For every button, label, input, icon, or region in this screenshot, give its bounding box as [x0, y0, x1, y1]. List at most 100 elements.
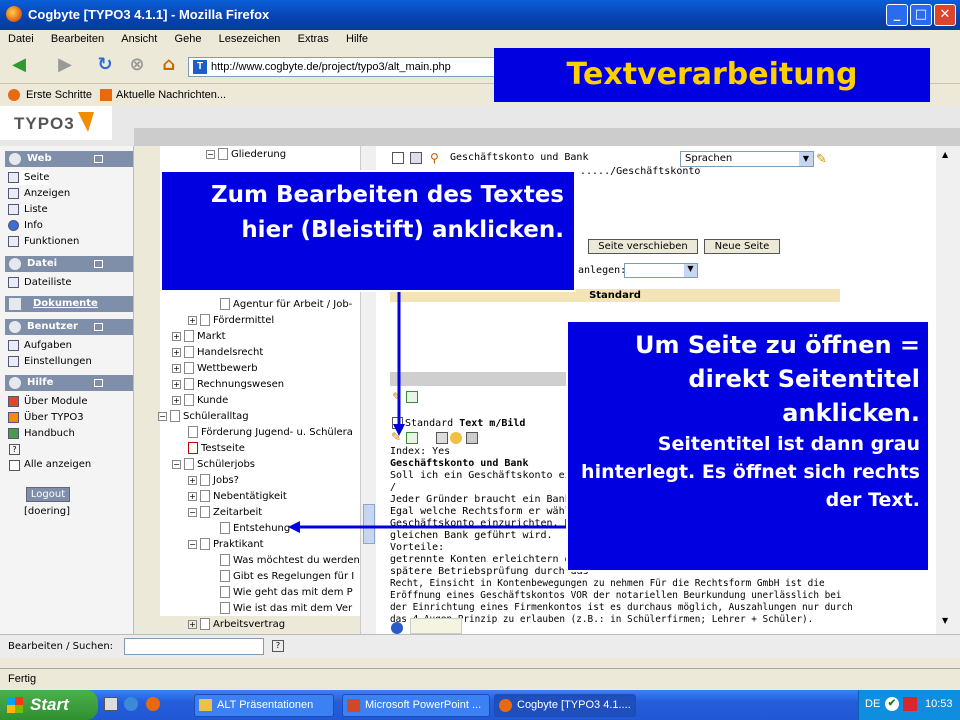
menu-datei[interactable]: Datei [8, 33, 34, 45]
bookmark-erste-schritte[interactable]: Erste Schritte [26, 89, 92, 101]
move-down-icon[interactable] [436, 432, 448, 444]
collapse-icon[interactable]: − [188, 507, 197, 517]
tree-item-label[interactable]: Schülerjobs [197, 459, 255, 470]
menu-lesezeichen[interactable]: Lesezeichen [219, 33, 281, 45]
tree-item[interactable]: Wie ist das mit dem Ver [220, 601, 352, 617]
module-dateiliste[interactable]: Dateiliste [8, 275, 72, 290]
tree-item-label[interactable]: Entstehung [233, 523, 290, 534]
module-group-benutzer[interactable]: Benutzer [5, 319, 133, 335]
tree-item[interactable]: + Handelsrecht [172, 345, 263, 361]
module-group-hilfe[interactable]: Hilfe [5, 375, 133, 391]
tree-item-label[interactable]: Markt [197, 331, 226, 342]
module-aufgaben[interactable]: Aufgaben [8, 338, 72, 353]
stop-icon[interactable]: ⊗ [124, 52, 150, 78]
tree-item[interactable]: Was möchtest du werden [220, 553, 360, 569]
tree-item-label[interactable]: Wie geht das mit dem P [233, 587, 353, 598]
tree-item-label[interactable]: Schüleralltag [183, 411, 249, 422]
tree-item[interactable]: + Markt [172, 329, 226, 345]
module-handbuch[interactable]: Handbuch [8, 426, 75, 441]
home-icon[interactable]: ⌂ [156, 52, 182, 78]
tree-item[interactable]: + Nebentätigkeit [188, 489, 287, 505]
show-all-checkbox[interactable] [9, 460, 20, 471]
menu-ansicht[interactable]: Ansicht [121, 33, 157, 45]
collapse-icon[interactable]: − [172, 459, 181, 469]
list-view-icon[interactable] [410, 152, 422, 164]
module-info[interactable]: Info [8, 218, 43, 233]
bookmark-nachrichten[interactable]: Aktuelle Nachrichten... [116, 89, 226, 101]
tree-item-label[interactable]: Arbeitsvertrag [213, 619, 285, 630]
expand-icon[interactable]: + [172, 331, 181, 341]
close-button[interactable]: ✕ [934, 4, 956, 26]
menu-bearbeiten[interactable]: Bearbeiten [51, 33, 104, 45]
tree-item[interactable]: + Arbeitsvertrag [188, 617, 285, 631]
quicklaunch-firefox-icon[interactable] [146, 697, 160, 711]
info-icon[interactable] [391, 622, 403, 634]
minimize-button[interactable]: _ [886, 4, 908, 26]
expand-icon[interactable]: + [172, 379, 181, 389]
collapse-icon[interactable]: − [206, 149, 215, 159]
tree-item[interactable]: + Fördermittel [188, 313, 274, 329]
module-group-datei[interactable]: Datei [5, 256, 133, 272]
tree-item[interactable]: Wie geht das mit dem P [220, 585, 353, 601]
module-einstellungen[interactable]: Einstellungen [8, 354, 92, 369]
tree-item[interactable]: + Jobs? [188, 473, 239, 489]
tree-item-label[interactable]: Handelsrecht [197, 347, 263, 358]
collapse-icon[interactable] [94, 260, 103, 268]
search-icon[interactable]: ⚲ [430, 151, 439, 165]
expand-icon[interactable]: + [188, 475, 197, 485]
scroll-thumb[interactable] [363, 504, 375, 544]
tree-item-label[interactable]: Was möchtest du werden [233, 555, 360, 566]
module-funktionen[interactable]: Funktionen [8, 234, 79, 249]
scroll-up-icon[interactable]: ▲ [942, 150, 948, 159]
tree-item-label[interactable]: Fördermittel [213, 315, 274, 326]
menu-gehe[interactable]: Gehe [175, 33, 202, 45]
tree-item-label[interactable]: Gibt es Regelungen für I [233, 571, 354, 582]
menu-hilfe[interactable]: Hilfe [346, 33, 368, 45]
tree-item[interactable]: − Schülerjobs [172, 457, 255, 473]
tray-app-icon[interactable] [903, 697, 917, 711]
collapse-icon[interactable]: − [188, 539, 197, 549]
window-titlebar[interactable]: Cogbyte [TYPO3 4.1.1] - Mozilla Firefox … [0, 0, 960, 30]
tree-item[interactable]: Testseite [188, 441, 245, 457]
tree-item[interactable]: Förderung Jugend- u. Schülera [188, 425, 353, 441]
new-record-icon[interactable] [406, 391, 418, 403]
tree-item[interactable]: Entstehung [220, 521, 290, 537]
pencil-icon[interactable]: ✎ [816, 152, 827, 167]
module-liste[interactable]: Liste [8, 202, 48, 217]
collapse-icon[interactable] [94, 155, 103, 163]
tree-item-label[interactable]: Jobs? [213, 475, 239, 486]
reload-icon[interactable]: ↻ [92, 52, 118, 78]
search-input[interactable] [124, 638, 264, 655]
help-question-icon[interactable]: ? [272, 640, 284, 652]
collapse-icon[interactable]: − [158, 411, 167, 421]
tree-item[interactable]: + Kunde [172, 393, 228, 409]
expand-icon[interactable]: + [188, 619, 197, 629]
tree-item-label[interactable]: Kunde [197, 395, 228, 406]
logout-button[interactable]: Logout [26, 487, 70, 502]
expand-icon[interactable]: + [188, 315, 197, 325]
module-group-dokumente[interactable]: Dokumente [5, 296, 133, 312]
module-ueber-module[interactable]: Über Module [8, 394, 87, 409]
tree-item[interactable]: + Wettbewerb [172, 361, 258, 377]
collapse-icon[interactable] [94, 379, 103, 387]
tree-item[interactable]: − Schüleralltag [158, 409, 249, 425]
tree-item[interactable]: + Rechnungswesen [172, 377, 284, 393]
tree-item-label[interactable]: Förderung Jugend- u. Schülera [201, 427, 353, 438]
forward-arrow-icon[interactable]: ▶ [52, 52, 78, 78]
menu-extras[interactable]: Extras [298, 33, 329, 45]
edit-pencil-icon[interactable]: ✎ [391, 430, 401, 444]
collapse-icon[interactable] [94, 323, 103, 331]
tree-item-label[interactable]: Agentur für Arbeit / Job- [233, 299, 352, 310]
chevron-down-icon[interactable]: ▼ [684, 264, 697, 277]
tree-item-label[interactable]: Wie ist das mit dem Ver [233, 603, 352, 614]
content-vertical-scrollbar[interactable]: ▲ ▼ [936, 146, 960, 634]
start-button[interactable]: Start [0, 690, 98, 720]
module-group-web[interactable]: Web [5, 151, 133, 167]
move-page-button[interactable]: Seite verschieben [588, 239, 698, 254]
new-page-button[interactable]: Neue Seite [704, 239, 780, 254]
quicklaunch-ie-icon[interactable] [124, 697, 138, 711]
tree-item-label[interactable]: Rechnungswesen [197, 379, 284, 390]
tree-item-label[interactable]: Gliederung [231, 149, 286, 160]
delete-icon[interactable] [466, 432, 478, 444]
pencil-icon[interactable]: ✎ [392, 390, 402, 404]
